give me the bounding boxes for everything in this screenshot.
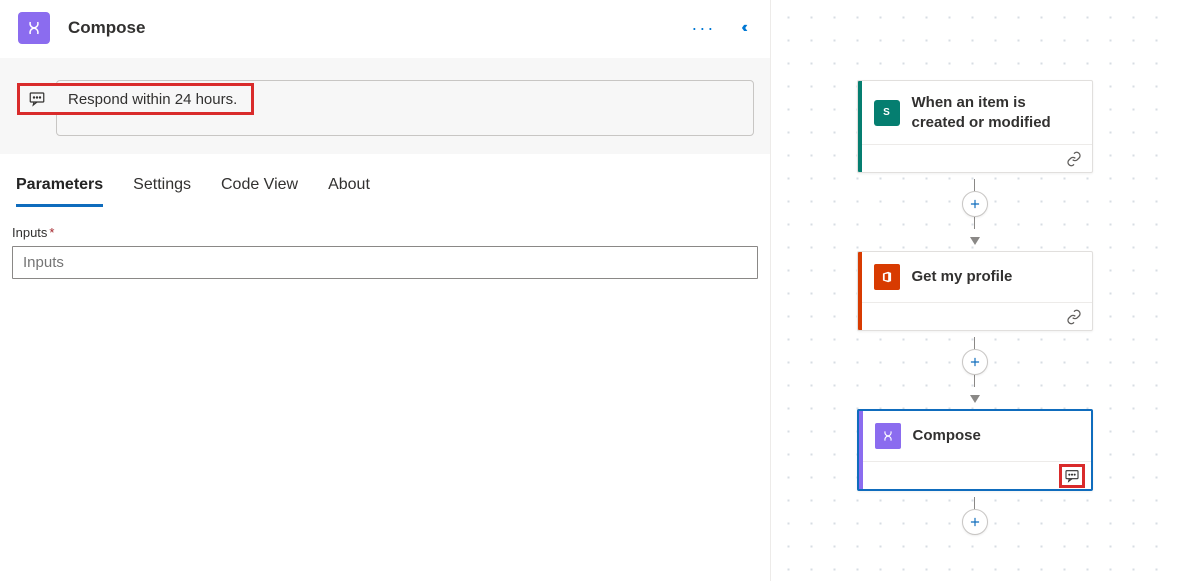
note-text: Respond within 24 hours. xyxy=(68,91,237,108)
comment-indicator[interactable] xyxy=(1059,464,1085,488)
add-step-button[interactable] xyxy=(962,349,988,375)
note-banner: Respond within 24 hours. xyxy=(56,80,754,136)
compose-icon xyxy=(18,12,50,44)
tabs: Parameters Settings Code View About xyxy=(0,154,770,207)
comment-icon xyxy=(28,90,46,108)
flow-canvas[interactable]: S When an item is created or modified xyxy=(770,0,1178,581)
card-title: When an item is created or modified xyxy=(912,93,1080,132)
add-step-button[interactable] xyxy=(962,191,988,217)
compose-icon xyxy=(875,423,901,449)
link-icon xyxy=(1066,309,1082,325)
office-icon xyxy=(874,264,900,290)
tab-code-view[interactable]: Code View xyxy=(221,176,298,207)
inputs-field[interactable] xyxy=(12,246,758,279)
tab-parameters[interactable]: Parameters xyxy=(16,176,103,207)
panel-title: Compose xyxy=(68,18,683,38)
card-title: Compose xyxy=(913,426,981,446)
flow-card-compose[interactable]: Compose xyxy=(857,409,1093,491)
flow-card-trigger[interactable]: S When an item is created or modified xyxy=(857,80,1093,173)
add-step-button[interactable] xyxy=(962,509,988,535)
more-button[interactable]: ··· xyxy=(683,14,723,43)
inputs-label: Inputs* xyxy=(12,225,758,240)
tab-settings[interactable]: Settings xyxy=(133,176,191,207)
card-title: Get my profile xyxy=(912,267,1013,287)
collapse-panel-button[interactable]: ‹‹ xyxy=(733,15,752,41)
flow-card-get-profile[interactable]: Get my profile xyxy=(857,251,1093,331)
tab-about[interactable]: About xyxy=(328,176,370,207)
link-icon xyxy=(1066,151,1082,167)
sharepoint-icon: S xyxy=(874,100,900,126)
